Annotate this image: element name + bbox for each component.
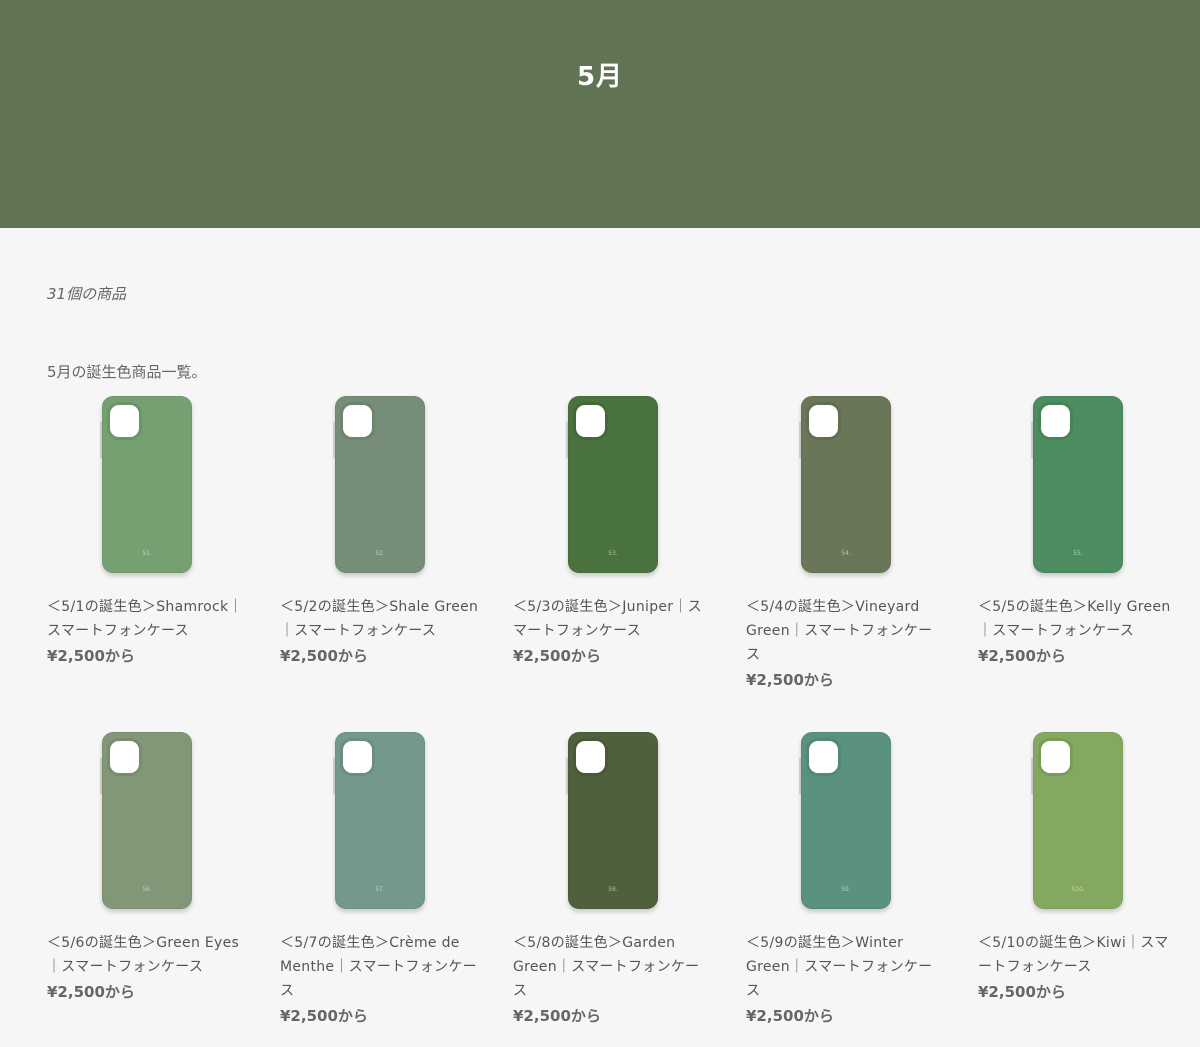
product-card: 51. ＜5/1の誕生色＞Shamrock｜スマートフォンケース ¥2,500か… (47, 390, 247, 669)
product-image[interactable]: 57. (280, 726, 480, 916)
camera-cutout (809, 741, 838, 773)
camera-cutout (1041, 405, 1070, 437)
product-link[interactable]: 57. ＜5/7の誕生色＞Crème de Menthe｜スマートフォンケース (280, 726, 480, 1003)
camera-cutout (110, 405, 139, 437)
product-title[interactable]: ＜5/4の誕生色＞Vineyard Green｜スマートフォンケース (746, 595, 946, 667)
product-price: ¥2,500から (280, 1007, 368, 1025)
product-title[interactable]: ＜5/9の誕生色＞Winter Green｜スマートフォンケース (746, 931, 946, 1003)
product-card: 59. ＜5/9の誕生色＞Winter Green｜スマートフォンケース ¥2,… (746, 726, 946, 1029)
phone-case-image: 53. (566, 396, 658, 573)
phone-case-image: 52. (333, 396, 425, 573)
camera-cutout (1041, 741, 1070, 773)
product-link[interactable]: 53. ＜5/3の誕生色＞Juniper｜スマートフォンケース (513, 390, 713, 643)
phone-case-image: 510. (1031, 732, 1123, 909)
product-card: 57. ＜5/7の誕生色＞Crème de Menthe｜スマートフォンケース … (280, 726, 480, 1029)
product-image[interactable]: 52. (280, 390, 480, 580)
case-number-label: 59. (841, 886, 851, 893)
product-price: ¥2,500から (280, 647, 368, 665)
product-count: 31個の商品 (47, 285, 127, 303)
product-link[interactable]: 510. ＜5/10の誕生色＞Kiwi｜スマートフォンケース (978, 726, 1178, 979)
product-image[interactable]: 53. (513, 390, 713, 580)
product-image[interactable]: 59. (746, 726, 946, 916)
page-title: 5月 (576, 62, 624, 92)
camera-cutout (576, 405, 605, 437)
camera-cutout (110, 741, 139, 773)
case-number-label: 53. (608, 550, 618, 557)
product-card: 58. ＜5/8の誕生色＞Garden Green｜スマートフォンケース ¥2,… (513, 726, 713, 1029)
case-number-label: 56. (142, 886, 152, 893)
product-image[interactable]: 55. (978, 390, 1178, 580)
product-image[interactable]: 54. (746, 390, 946, 580)
product-card: 56. ＜5/6の誕生色＞Green Eyes｜スマートフォンケース ¥2,50… (47, 726, 247, 1005)
product-link[interactable]: 51. ＜5/1の誕生色＞Shamrock｜スマートフォンケース (47, 390, 247, 643)
case-number-label: 52. (375, 550, 385, 557)
phone-case-image: 56. (100, 732, 192, 909)
camera-cutout (576, 741, 605, 773)
product-price: ¥2,500から (978, 983, 1066, 1001)
product-card: 52. ＜5/2の誕生色＞Shale Green｜スマートフォンケース ¥2,5… (280, 390, 480, 669)
phone-case-image: 55. (1031, 396, 1123, 573)
product-title[interactable]: ＜5/8の誕生色＞Garden Green｜スマートフォンケース (513, 931, 713, 1003)
product-link[interactable]: 59. ＜5/9の誕生色＞Winter Green｜スマートフォンケース (746, 726, 946, 1003)
phone-case-image: 54. (799, 396, 891, 573)
phone-case-image: 58. (566, 732, 658, 909)
product-image[interactable]: 56. (47, 726, 247, 916)
phone-case-image: 57. (333, 732, 425, 909)
product-title[interactable]: ＜5/6の誕生色＞Green Eyes｜スマートフォンケース (47, 931, 247, 979)
collection-description: 5月の誕生色商品一覧。 (47, 363, 207, 381)
camera-cutout (809, 405, 838, 437)
product-title[interactable]: ＜5/10の誕生色＞Kiwi｜スマートフォンケース (978, 931, 1178, 979)
product-title[interactable]: ＜5/7の誕生色＞Crème de Menthe｜スマートフォンケース (280, 931, 480, 1003)
case-number-label: 58. (608, 886, 618, 893)
product-price: ¥2,500から (513, 1007, 601, 1025)
product-price: ¥2,500から (746, 671, 834, 689)
case-number-label: 54. (841, 550, 851, 557)
product-card: 53. ＜5/3の誕生色＞Juniper｜スマートフォンケース ¥2,500から (513, 390, 713, 669)
product-image[interactable]: 51. (47, 390, 247, 580)
product-price: ¥2,500から (513, 647, 601, 665)
case-number-label: 510. (1071, 886, 1085, 893)
camera-cutout (343, 405, 372, 437)
product-card: 54. ＜5/4の誕生色＞Vineyard Green｜スマートフォンケース ¥… (746, 390, 946, 693)
camera-cutout (343, 741, 372, 773)
case-number-label: 57. (375, 886, 385, 893)
product-image[interactable]: 58. (513, 726, 713, 916)
phone-case-image: 51. (100, 396, 192, 573)
case-number-label: 51. (142, 550, 152, 557)
product-image[interactable]: 510. (978, 726, 1178, 916)
case-number-label: 55. (1073, 550, 1083, 557)
product-card: 55. ＜5/5の誕生色＞Kelly Green｜スマートフォンケース ¥2,5… (978, 390, 1178, 669)
product-title[interactable]: ＜5/2の誕生色＞Shale Green｜スマートフォンケース (280, 595, 480, 643)
product-title[interactable]: ＜5/1の誕生色＞Shamrock｜スマートフォンケース (47, 595, 247, 643)
phone-case-image: 59. (799, 732, 891, 909)
product-price: ¥2,500から (978, 647, 1066, 665)
product-title[interactable]: ＜5/3の誕生色＞Juniper｜スマートフォンケース (513, 595, 713, 643)
product-card: 510. ＜5/10の誕生色＞Kiwi｜スマートフォンケース ¥2,500から (978, 726, 1178, 1005)
product-price: ¥2,500から (47, 647, 135, 665)
product-link[interactable]: 55. ＜5/5の誕生色＞Kelly Green｜スマートフォンケース (978, 390, 1178, 643)
product-link[interactable]: 56. ＜5/6の誕生色＞Green Eyes｜スマートフォンケース (47, 726, 247, 979)
product-link[interactable]: 54. ＜5/4の誕生色＞Vineyard Green｜スマートフォンケース (746, 390, 946, 667)
product-link[interactable]: 52. ＜5/2の誕生色＞Shale Green｜スマートフォンケース (280, 390, 480, 643)
product-price: ¥2,500から (47, 983, 135, 1001)
product-link[interactable]: 58. ＜5/8の誕生色＞Garden Green｜スマートフォンケース (513, 726, 713, 1003)
collection-hero-banner: 5月 (0, 0, 1200, 228)
product-title[interactable]: ＜5/5の誕生色＞Kelly Green｜スマートフォンケース (978, 595, 1178, 643)
product-price: ¥2,500から (746, 1007, 834, 1025)
